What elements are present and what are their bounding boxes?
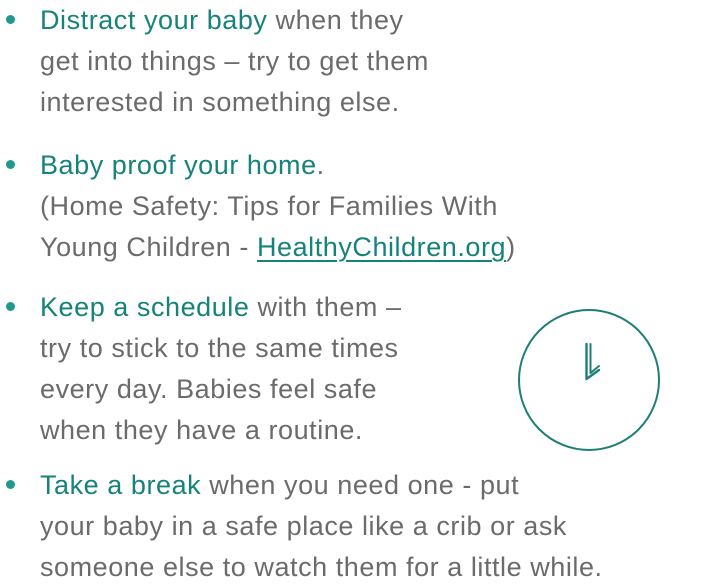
bullet-icon: [6, 15, 15, 24]
bullet-icon: [6, 480, 15, 489]
tip-text: when they: [267, 5, 404, 35]
tip-text: Young Children -: [40, 232, 257, 262]
clock-hands: [585, 342, 601, 381]
healthychildren-link[interactable]: HealthyChildren.org: [257, 232, 506, 262]
tip-text: .: [316, 150, 325, 180]
tip-line: when they have a routine.: [40, 415, 363, 445]
tip-text: with them –: [249, 292, 402, 322]
clock-face: [518, 309, 660, 451]
tip-text: when you need one - put: [201, 470, 520, 500]
bullet-icon: [6, 160, 15, 169]
tip-line: Take a break when you need one - put: [40, 465, 603, 506]
tip-line: Keep a schedule with them –: [40, 287, 402, 328]
clock-icon: [518, 309, 660, 451]
tip-line: get into things – try to get them: [40, 46, 429, 76]
tip-lead: Keep a schedule: [40, 292, 250, 322]
tip-body: Baby proof your home. (Home Safety: Tips…: [40, 145, 516, 268]
tip-line: every day. Babies feel safe: [40, 374, 378, 404]
tip-body: Take a break when you need one - put you…: [40, 465, 603, 588]
tip-lead: Take a break: [40, 470, 202, 500]
tip-line: Young Children - HealthyChildren.org): [40, 227, 516, 268]
clock-hands-outline: [589, 343, 600, 374]
tip-line: someone else to watch them for a little …: [40, 552, 603, 582]
bullet-icon: [6, 302, 15, 311]
tip-lead: Baby proof your home: [40, 150, 317, 180]
tip-line: interested in something else.: [40, 87, 400, 117]
tip-body: Distract your baby when they get into th…: [40, 0, 429, 123]
tip-lead: Distract your baby: [40, 5, 268, 35]
tip-line: (Home Safety: Tips for Families With: [40, 191, 498, 221]
tip-body: Keep a schedule with them – try to stick…: [40, 287, 402, 451]
tip-line: try to stick to the same times: [40, 333, 399, 363]
tip-line: Distract your baby when they: [40, 0, 429, 41]
tip-text: ): [506, 232, 516, 262]
tip-line: your baby in a safe place like a crib or…: [40, 511, 567, 541]
tip-line: Baby proof your home.: [40, 145, 516, 186]
